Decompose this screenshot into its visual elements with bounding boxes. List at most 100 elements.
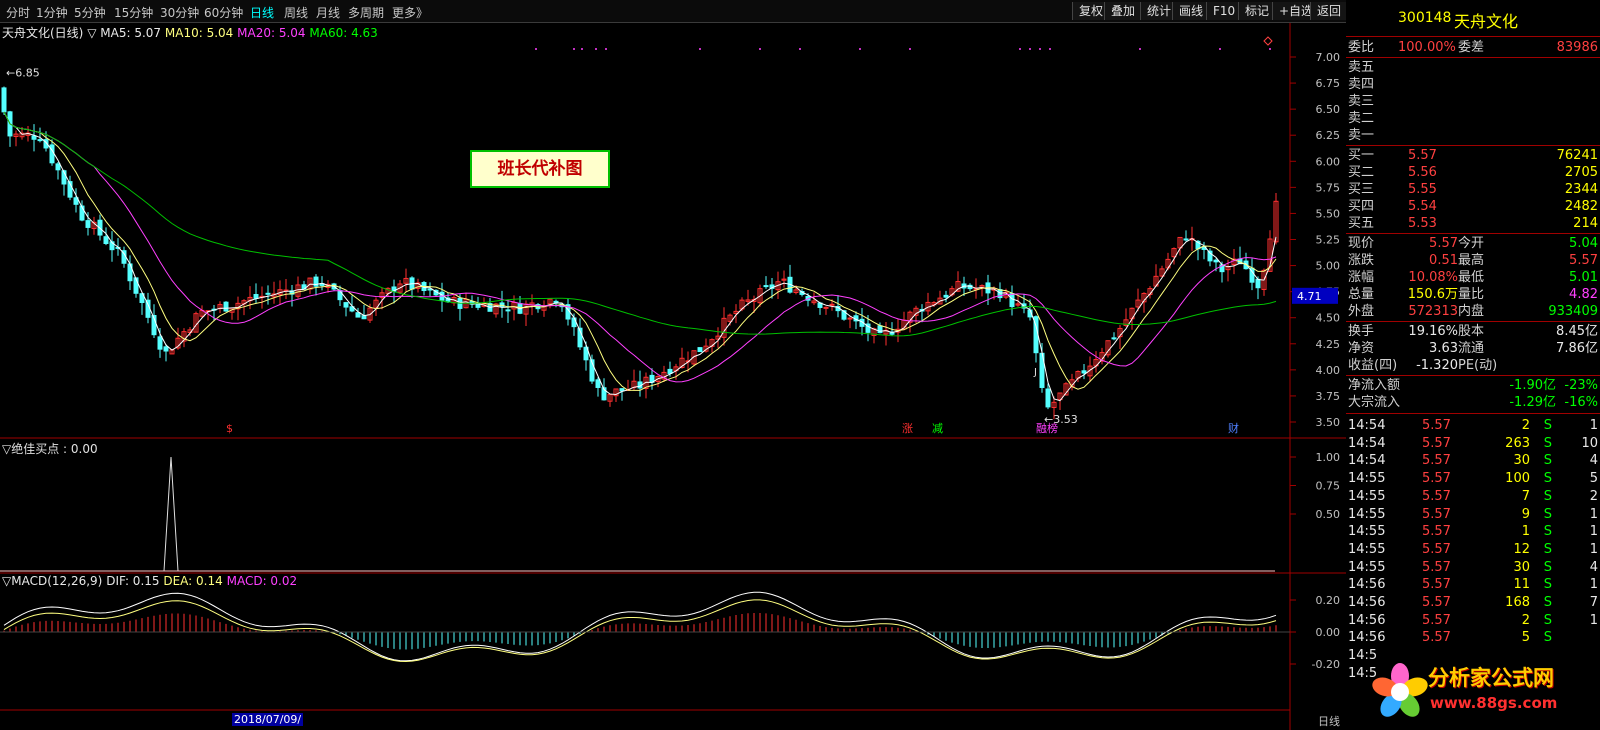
stat-value-2: 5.01: [1569, 270, 1598, 285]
buy-row-3: 买四 5.54 2482: [1346, 198, 1600, 216]
kline-chart-area[interactable]: 7.006.756.506.256.005.755.505.255.004.75…: [0, 23, 1346, 730]
candle-body: [163, 346, 169, 352]
tick-row-3: 14:55 5.57 100 S 5: [1346, 470, 1600, 488]
macd-legend: ▽MACD(12,26,9) DIF: 0.15 DEA: 0.14 MACD:…: [2, 574, 297, 588]
buy-price: 5.53: [1408, 216, 1437, 231]
candle-body: [1081, 370, 1087, 374]
tool-button-5[interactable]: 标记: [1238, 2, 1276, 20]
info-label: 净资: [1348, 341, 1375, 356]
signal-dot: [909, 48, 911, 50]
flow-label: 大宗流入: [1348, 395, 1401, 410]
stats2-divider: [1346, 321, 1600, 322]
date-cursor-label: 2018/07/09/: [232, 713, 304, 726]
legend-toggle-icon[interactable]: ▽: [87, 26, 96, 40]
tick-count: 10: [1581, 435, 1598, 451]
tick-price: 5.57: [1422, 559, 1451, 575]
macd-tick-label: 0.00: [1316, 626, 1341, 639]
tick-price: 5.57: [1422, 595, 1451, 610]
tick-side: S: [1543, 524, 1552, 540]
info-label-2: 股本: [1458, 324, 1485, 339]
tick-side: S: [1543, 595, 1552, 610]
candle-body: [223, 301, 229, 312]
stat-label: 涨幅: [1348, 270, 1375, 285]
tick-side: S: [1543, 630, 1552, 646]
tick-side: S: [1543, 435, 1552, 451]
stat-label-2: 最低: [1458, 270, 1485, 285]
candle-body: [103, 236, 109, 244]
info-label: 收益(四): [1348, 358, 1398, 373]
sell-label: 卖四: [1348, 77, 1375, 92]
info-label-2: 流通: [1458, 341, 1485, 356]
ma5-line: [3, 111, 1277, 402]
candle-body: [1183, 238, 1189, 241]
period-tab-0[interactable]: 分时: [6, 4, 30, 21]
stat-value: 10.08%: [1408, 270, 1458, 285]
tick-price: 5.57: [1422, 453, 1451, 469]
stat-label: 外盘: [1348, 304, 1375, 319]
signal-dot: [699, 48, 701, 50]
tick-volume: 12: [1513, 541, 1530, 557]
stat-value: 0.51: [1429, 253, 1458, 268]
candle-body: [55, 163, 61, 171]
signal-dot: [573, 48, 575, 50]
moving-average-lines: [3, 111, 1277, 402]
stat-value: 5.57: [1429, 236, 1458, 251]
candle-body: [619, 388, 625, 392]
ticks-divider: [1346, 413, 1600, 414]
tick-side: S: [1543, 471, 1552, 487]
event-mark-4: 财: [1228, 421, 1239, 435]
legend-ma20: MA20: 5.04: [237, 26, 306, 40]
info-row-0: 换手 19.16% 股本 8.45亿: [1346, 323, 1600, 341]
period-tab-6[interactable]: 日线: [250, 4, 274, 21]
period-tab-7[interactable]: 周线: [284, 4, 308, 21]
tick-volume: 168: [1505, 595, 1530, 610]
period-tab-8[interactable]: 月线: [316, 4, 340, 21]
candle-body: [361, 315, 367, 320]
tick-row-8: 14:55 5.57 30 S 4: [1346, 559, 1600, 577]
candle-body: [1255, 278, 1261, 289]
period-tab-3[interactable]: 15分钟: [114, 4, 153, 21]
buy-vol: 2705: [1564, 165, 1598, 180]
axis-corner-label: 日线: [1318, 715, 1340, 728]
period-tab-1[interactable]: 1分钟: [36, 4, 68, 21]
buy-price: 5.55: [1408, 182, 1437, 197]
buy-vol: 76241: [1556, 148, 1598, 163]
tick-count: 1: [1589, 577, 1598, 593]
tick-volume: 5: [1521, 630, 1530, 646]
price-tick-label: 7.00: [1316, 51, 1341, 64]
stat-label: 涨跌: [1348, 253, 1375, 268]
period-tab-2[interactable]: 5分钟: [74, 4, 106, 21]
price-tag-label: 4.71: [1297, 290, 1322, 303]
period-tab-9[interactable]: 多周期: [348, 4, 384, 21]
tick-volume: 9: [1521, 506, 1530, 522]
info-value: 3.63: [1429, 341, 1458, 356]
price-tick-label: 6.00: [1316, 155, 1341, 168]
stat-value-2: 4.82: [1569, 287, 1598, 302]
info-value: 19.16%: [1408, 324, 1458, 339]
tick-side: S: [1543, 418, 1552, 433]
flow-pct: -16%: [1564, 395, 1598, 410]
buy-row-0: 买一 5.57 76241: [1346, 147, 1600, 165]
tool-button-7[interactable]: 返回: [1310, 2, 1348, 20]
period-tab-4[interactable]: 30分钟: [160, 4, 199, 21]
tick-price: 5.57: [1422, 612, 1451, 628]
tick-time: 14:55: [1348, 524, 1386, 540]
tick-price: 5.57: [1422, 577, 1451, 593]
period-tab-5[interactable]: 60分钟: [204, 4, 243, 21]
candle-body: [847, 317, 853, 320]
annotation-box: 班长代补图: [470, 150, 610, 188]
candle-body: [31, 135, 37, 140]
price-tick-label: 6.25: [1316, 129, 1341, 142]
price-tick-label: 5.25: [1316, 234, 1341, 247]
tool-button-3[interactable]: 画线: [1172, 2, 1210, 20]
candle-body: [355, 312, 361, 318]
period-tab-10[interactable]: 更多》: [392, 4, 428, 21]
tool-button-4[interactable]: F10: [1206, 2, 1242, 20]
sell-label: 卖五: [1348, 60, 1375, 75]
tick-count: 4: [1589, 453, 1598, 469]
price-tick-label: 6.50: [1316, 103, 1341, 116]
tick-row-7: 14:55 5.57 12 S 1: [1346, 541, 1600, 559]
tick-volume: 30: [1513, 453, 1530, 469]
tool-button-1[interactable]: 叠加: [1104, 2, 1142, 20]
stat-label-2: 今开: [1458, 236, 1485, 251]
